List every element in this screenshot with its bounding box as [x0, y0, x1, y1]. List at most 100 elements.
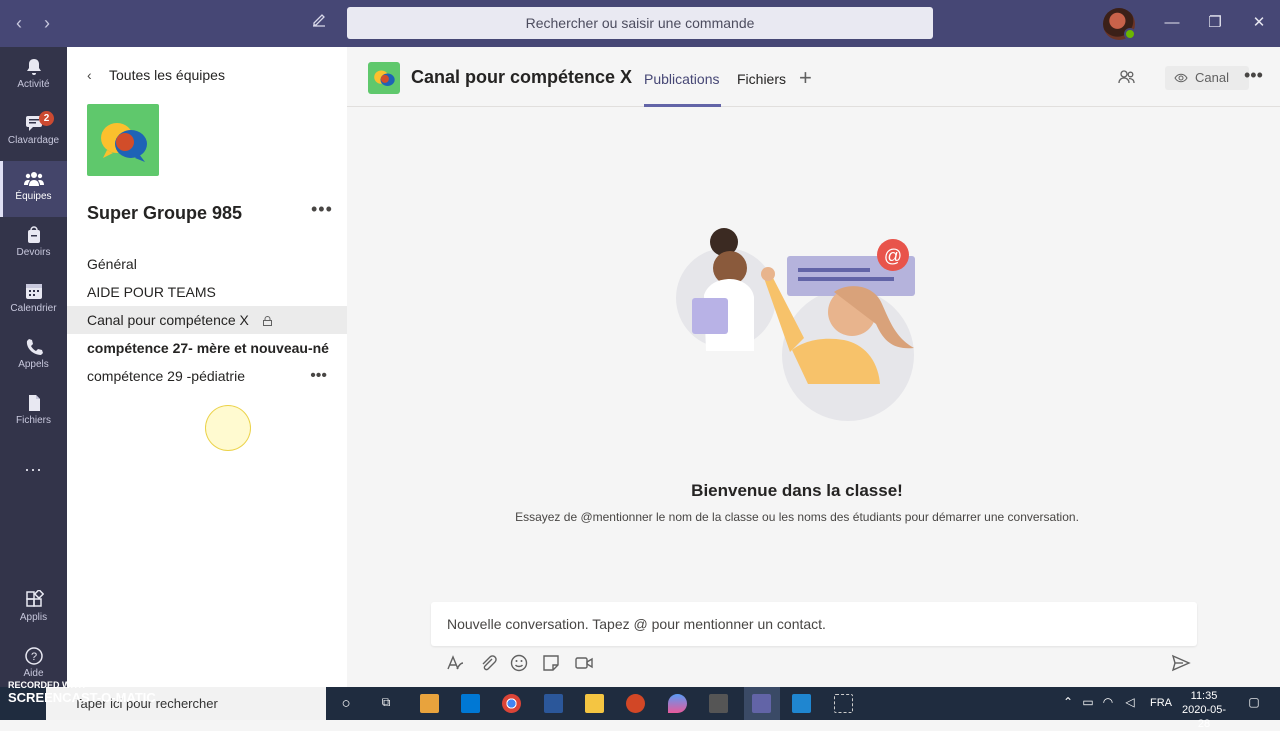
windows-taskbar: Taper ici pour rechercher ○ ⧉ ⌃ ▭ ◠ ◁ FR…	[0, 687, 1280, 730]
forward-arrow-icon[interactable]: ›	[36, 12, 58, 34]
assignments-icon	[27, 226, 40, 243]
help-icon: ?	[24, 647, 43, 665]
close-icon[interactable]: ✕	[1244, 10, 1274, 36]
lock-icon	[262, 316, 272, 326]
paint-3d-icon[interactable]	[668, 694, 687, 713]
rail-item-teams[interactable]: Équipes	[0, 161, 67, 217]
channel-label: compétence 29 -pédiatrie	[87, 368, 245, 384]
channel-label: AIDE POUR TEAMS	[87, 284, 216, 300]
rail-item-calls[interactable]: Appels	[0, 329, 67, 385]
svg-text:@: @	[884, 246, 902, 266]
clock-time: 11:35	[1190, 690, 1218, 702]
channel-general[interactable]: Général	[67, 250, 347, 278]
channel-header: Canal pour compétence X Publications Fic…	[347, 47, 1280, 107]
channel-aide-pour-teams[interactable]: AIDE POUR TEAMS	[67, 278, 347, 306]
rail-label: Calendrier	[10, 303, 57, 314]
channel-team-logo	[368, 62, 400, 94]
watermark-top: RECORDED WITH	[8, 680, 85, 690]
rail-label: Aide	[23, 668, 44, 679]
chevron-left-icon: ‹	[87, 67, 92, 83]
language-indicator[interactable]: FRA	[1150, 697, 1172, 709]
rail-item-activity[interactable]: Activité	[0, 49, 67, 105]
channel-label: compétence 27- mère et nouveau-né	[87, 340, 329, 356]
tray-expand-icon[interactable]: ⌃	[1060, 695, 1076, 711]
tab-fichiers[interactable]: Fichiers	[737, 71, 786, 87]
channel-more-button[interactable]: •••	[310, 362, 327, 390]
team-logo	[87, 104, 159, 176]
rail-label: Fichiers	[15, 415, 51, 426]
rail-label: Équipes	[15, 191, 52, 202]
tab-publications[interactable]: Publications	[644, 71, 720, 87]
rail-label: Applis	[19, 612, 48, 623]
volume-icon[interactable]: ◁	[1122, 695, 1138, 711]
meet-now-icon[interactable]	[574, 653, 594, 673]
battery-icon[interactable]: ▭	[1080, 695, 1096, 711]
maximize-icon[interactable]: ❐	[1200, 10, 1230, 36]
network-icon[interactable]: ◠	[1100, 695, 1116, 711]
team-panel: ‹ Toutes les équipes Super Groupe 985 ••…	[67, 47, 347, 687]
sticker-icon[interactable]	[541, 653, 561, 673]
welcome-subtitle: Essayez de @mentionner le nom de la clas…	[515, 510, 1079, 524]
clock[interactable]: 11:35 2020-05-28	[1178, 689, 1230, 731]
channel-button-label: Canal	[1195, 70, 1229, 85]
calendar-icon	[25, 284, 42, 299]
task-view-icon[interactable]: ⧉	[378, 695, 394, 711]
rail-label: Appels	[18, 359, 49, 370]
channel-info-button[interactable]: Canal	[1165, 66, 1249, 90]
channel-view: Canal pour compétence X Publications Fic…	[347, 47, 1280, 687]
teams-app-icon[interactable]	[752, 694, 771, 713]
emoji-icon[interactable]	[509, 653, 529, 673]
snip-icon[interactable]	[834, 694, 853, 713]
watermark-brand: SCREENCAST-O-MATIC	[8, 690, 156, 705]
recording-watermark: RECORDED WITH SCREENCAST-O-MATIC	[8, 680, 168, 714]
title-bar: ‹ › Rechercher ou saisir une commande — …	[0, 0, 1280, 47]
rail-item-chat[interactable]: 2 Clavardage	[0, 105, 67, 161]
app-rail: Activité 2 Clavardage Équipes Devoirs Ca…	[0, 47, 67, 687]
channel-more-button[interactable]: •••	[1244, 65, 1263, 86]
phone-icon	[26, 339, 43, 355]
rail-item-calendar[interactable]: Calendrier	[0, 273, 67, 329]
send-icon[interactable]	[1171, 653, 1191, 673]
rail-item-apps[interactable]: Applis	[0, 582, 67, 638]
photos-icon[interactable]	[792, 694, 811, 713]
attach-icon[interactable]	[478, 653, 498, 673]
powerpoint-icon[interactable]	[626, 694, 645, 713]
compose-icon[interactable]	[308, 12, 330, 34]
rail-label: Activité	[17, 79, 50, 90]
welcome-title: Bienvenue dans la classe!	[691, 481, 903, 500]
channel-competence-29[interactable]: compétence 29 -pédiatrie •••	[67, 362, 347, 390]
channel-competence-27[interactable]: compétence 27- mère et nouveau-né	[67, 334, 347, 362]
rail-label: Devoirs	[16, 247, 51, 258]
rail-label: Clavardage	[7, 135, 60, 146]
word-icon[interactable]	[544, 694, 563, 713]
eye-icon	[1174, 73, 1188, 83]
team-more-button[interactable]: •••	[311, 199, 333, 220]
format-icon[interactable]	[445, 653, 465, 673]
bell-icon	[26, 59, 41, 75]
cursor-highlight	[205, 405, 251, 451]
add-tab-button[interactable]: +	[799, 65, 812, 91]
file-explorer-icon[interactable]	[585, 694, 604, 713]
team-members-icon[interactable]	[1118, 68, 1136, 86]
presence-status-icon	[1124, 28, 1136, 40]
new-conversation-input[interactable]: Nouvelle conversation. Tapez @ pour ment…	[431, 602, 1197, 646]
chrome-icon[interactable]	[502, 694, 521, 713]
rail-item-more[interactable]: ...	[0, 441, 67, 497]
minimize-icon[interactable]: —	[1157, 10, 1187, 36]
rail-item-assignments[interactable]: Devoirs	[0, 217, 67, 273]
notifications-icon[interactable]: ▢	[1246, 695, 1262, 711]
mail-icon[interactable]	[461, 694, 480, 713]
all-teams-link[interactable]: ‹ Toutes les équipes	[87, 67, 225, 83]
teams-icon	[23, 172, 44, 186]
channel-competence-x[interactable]: Canal pour compétence X	[67, 306, 347, 334]
store-icon[interactable]	[420, 694, 439, 713]
cortana-icon[interactable]: ○	[338, 695, 354, 712]
more-icon: ...	[24, 455, 43, 475]
search-input[interactable]: Rechercher ou saisir une commande	[347, 7, 933, 39]
back-arrow-icon[interactable]: ‹	[8, 12, 30, 34]
calculator-icon[interactable]	[709, 694, 728, 713]
apps-icon	[25, 590, 44, 607]
rail-item-files[interactable]: Fichiers	[0, 385, 67, 441]
channel-title: Canal pour compétence X	[411, 67, 633, 87]
channel-label: Canal pour compétence X	[87, 312, 249, 328]
